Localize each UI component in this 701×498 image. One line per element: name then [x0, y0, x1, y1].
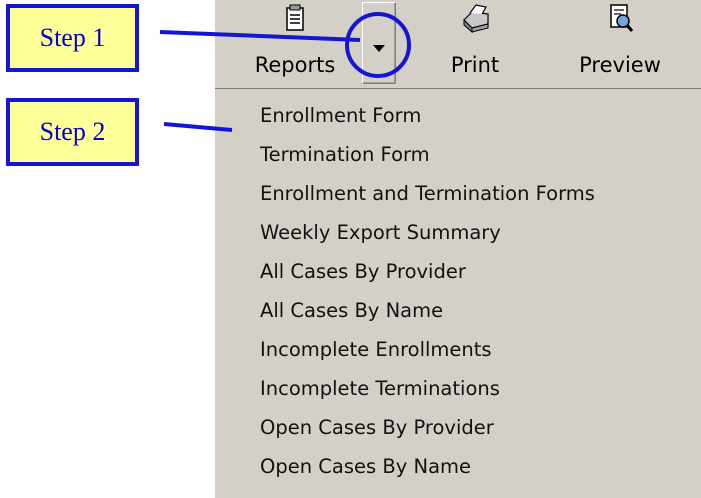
printer-icon [463, 4, 489, 34]
menu-item-all-cases-by-name[interactable]: All Cases By Name [260, 298, 443, 324]
reports-menu: Enrollment Form Termination Form Enrollm… [215, 88, 701, 498]
chevron-down-icon [373, 45, 385, 52]
preview-button[interactable]: Preview [555, 0, 685, 86]
menu-item-open-cases-by-provider[interactable]: Open Cases By Provider [260, 415, 494, 441]
print-label: Print [450, 53, 500, 77]
step-1-callout: Step 1 [6, 4, 139, 72]
print-button[interactable]: Print [420, 0, 530, 86]
menu-item-all-cases-by-provider[interactable]: All Cases By Provider [260, 259, 466, 285]
menu-item-open-cases-by-name[interactable]: Open Cases By Name [260, 454, 471, 480]
menu-item-weekly-export-summary[interactable]: Weekly Export Summary [260, 220, 501, 246]
reports-dropdown-button[interactable] [362, 2, 396, 84]
menu-item-termination-form[interactable]: Termination Form [260, 142, 430, 168]
menu-item-incomplete-terminations[interactable]: Incomplete Terminations [260, 376, 500, 402]
menu-item-enrollment-form[interactable]: Enrollment Form [260, 103, 421, 129]
reports-button[interactable]: Reports [235, 0, 355, 86]
menu-item-enrollment-and-termination-forms[interactable]: Enrollment and Termination Forms [260, 181, 595, 207]
toolbar: Reports Print Preview [215, 0, 701, 88]
preview-label: Preview [579, 53, 661, 77]
reports-label: Reports [254, 53, 336, 77]
report-document-icon [286, 4, 304, 31]
menu-item-incomplete-enrollments[interactable]: Incomplete Enrollments [260, 337, 492, 363]
step-2-label: Step 2 [39, 117, 106, 146]
step-2-callout: Step 2 [6, 98, 139, 166]
step-1-label: Step 1 [39, 23, 106, 52]
print-preview-icon [610, 4, 634, 32]
